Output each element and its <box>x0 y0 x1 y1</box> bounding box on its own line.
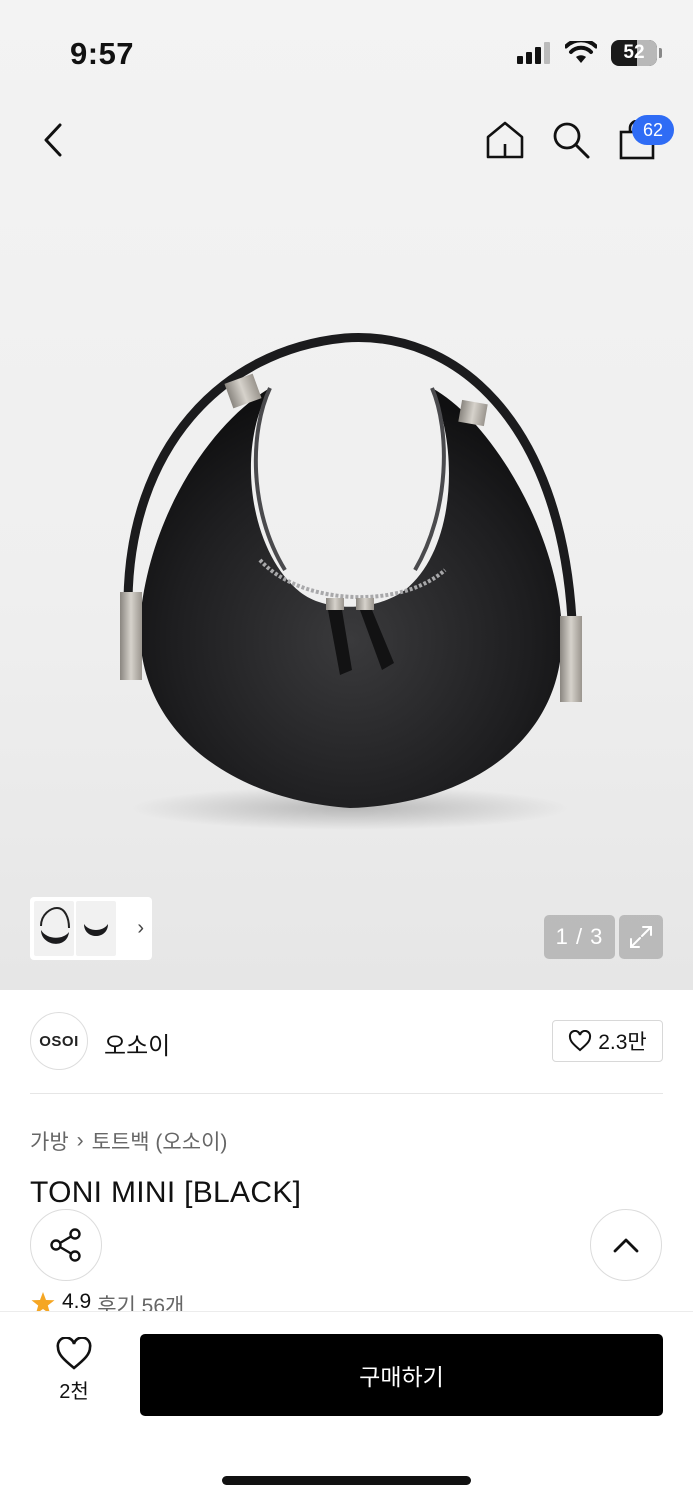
search-button[interactable] <box>546 115 596 165</box>
expand-icon <box>630 926 652 948</box>
back-button[interactable] <box>28 115 78 165</box>
brand-like-button[interactable]: 2.3만 <box>552 1020 663 1062</box>
thumbnail[interactable] <box>34 901 74 956</box>
breadcrumb-category[interactable]: 가방 <box>30 1126 69 1156</box>
signal-icon <box>517 42 550 64</box>
review-count: 후기 56개 <box>97 1295 185 1312</box>
home-indicator <box>222 1476 471 1485</box>
share-button[interactable] <box>30 1209 102 1281</box>
status-time: 9:57 <box>70 36 135 71</box>
status-bar: 9:57 52 <box>0 0 693 100</box>
chevron-left-icon <box>44 123 62 157</box>
battery-icon: 52 <box>611 40 662 66</box>
breadcrumb-subcategory[interactable]: 토트백 (오소이) <box>92 1126 228 1156</box>
top-nav <box>0 105 693 175</box>
fullscreen-button[interactable] <box>619 915 663 959</box>
thumbnail-strip[interactable]: › <box>30 897 152 960</box>
scroll-to-top-button[interactable] <box>590 1209 662 1281</box>
rating-value: 4.9 <box>62 1290 92 1312</box>
brand-like-count: 2.3만 <box>598 1031 647 1054</box>
product-image[interactable] <box>110 330 590 870</box>
product-title: TONI MINI [BLACK] <box>30 1176 302 1209</box>
wifi-icon <box>565 41 597 63</box>
image-counter: 1 / 3 <box>544 915 615 959</box>
heart-icon <box>56 1337 92 1370</box>
chevron-up-icon <box>613 1238 639 1253</box>
brand-logo[interactable]: OSOI <box>30 1012 88 1070</box>
product-hero: 9:57 52 62 › 1 / 3 <box>0 0 693 990</box>
heart-icon <box>569 1030 592 1052</box>
wishlist-count: 2천 <box>59 1381 89 1403</box>
bag-thumbnail-icon <box>40 906 70 944</box>
share-icon <box>50 1228 81 1262</box>
bottom-action-bar: 2천 구매하기 <box>0 1311 693 1500</box>
wishlist-button[interactable]: 2천 <box>36 1337 112 1417</box>
breadcrumb: 가방 › 토트백 (오소이) <box>30 1126 227 1156</box>
thumbnail[interactable] <box>76 901 116 956</box>
chevron-right-icon: › <box>76 1129 84 1152</box>
status-icons: 52 <box>517 40 662 66</box>
chevron-right-icon: › <box>137 917 144 939</box>
cart-count-badge: 62 <box>632 115 674 145</box>
star-icon <box>31 1292 55 1312</box>
divider <box>30 1093 663 1094</box>
home-icon <box>486 121 524 159</box>
bag-thumbnail-icon <box>84 923 108 936</box>
buy-button[interactable]: 구매하기 <box>140 1334 663 1416</box>
search-icon <box>553 122 590 159</box>
brand-row: OSOI 오소이 2.3만 <box>30 1010 663 1072</box>
brand-name[interactable]: 오소이 <box>104 1026 170 1061</box>
rating-row[interactable]: 4.9 후기 56개 <box>30 1290 184 1312</box>
home-button[interactable] <box>480 115 530 165</box>
battery-level: 52 <box>623 42 645 63</box>
